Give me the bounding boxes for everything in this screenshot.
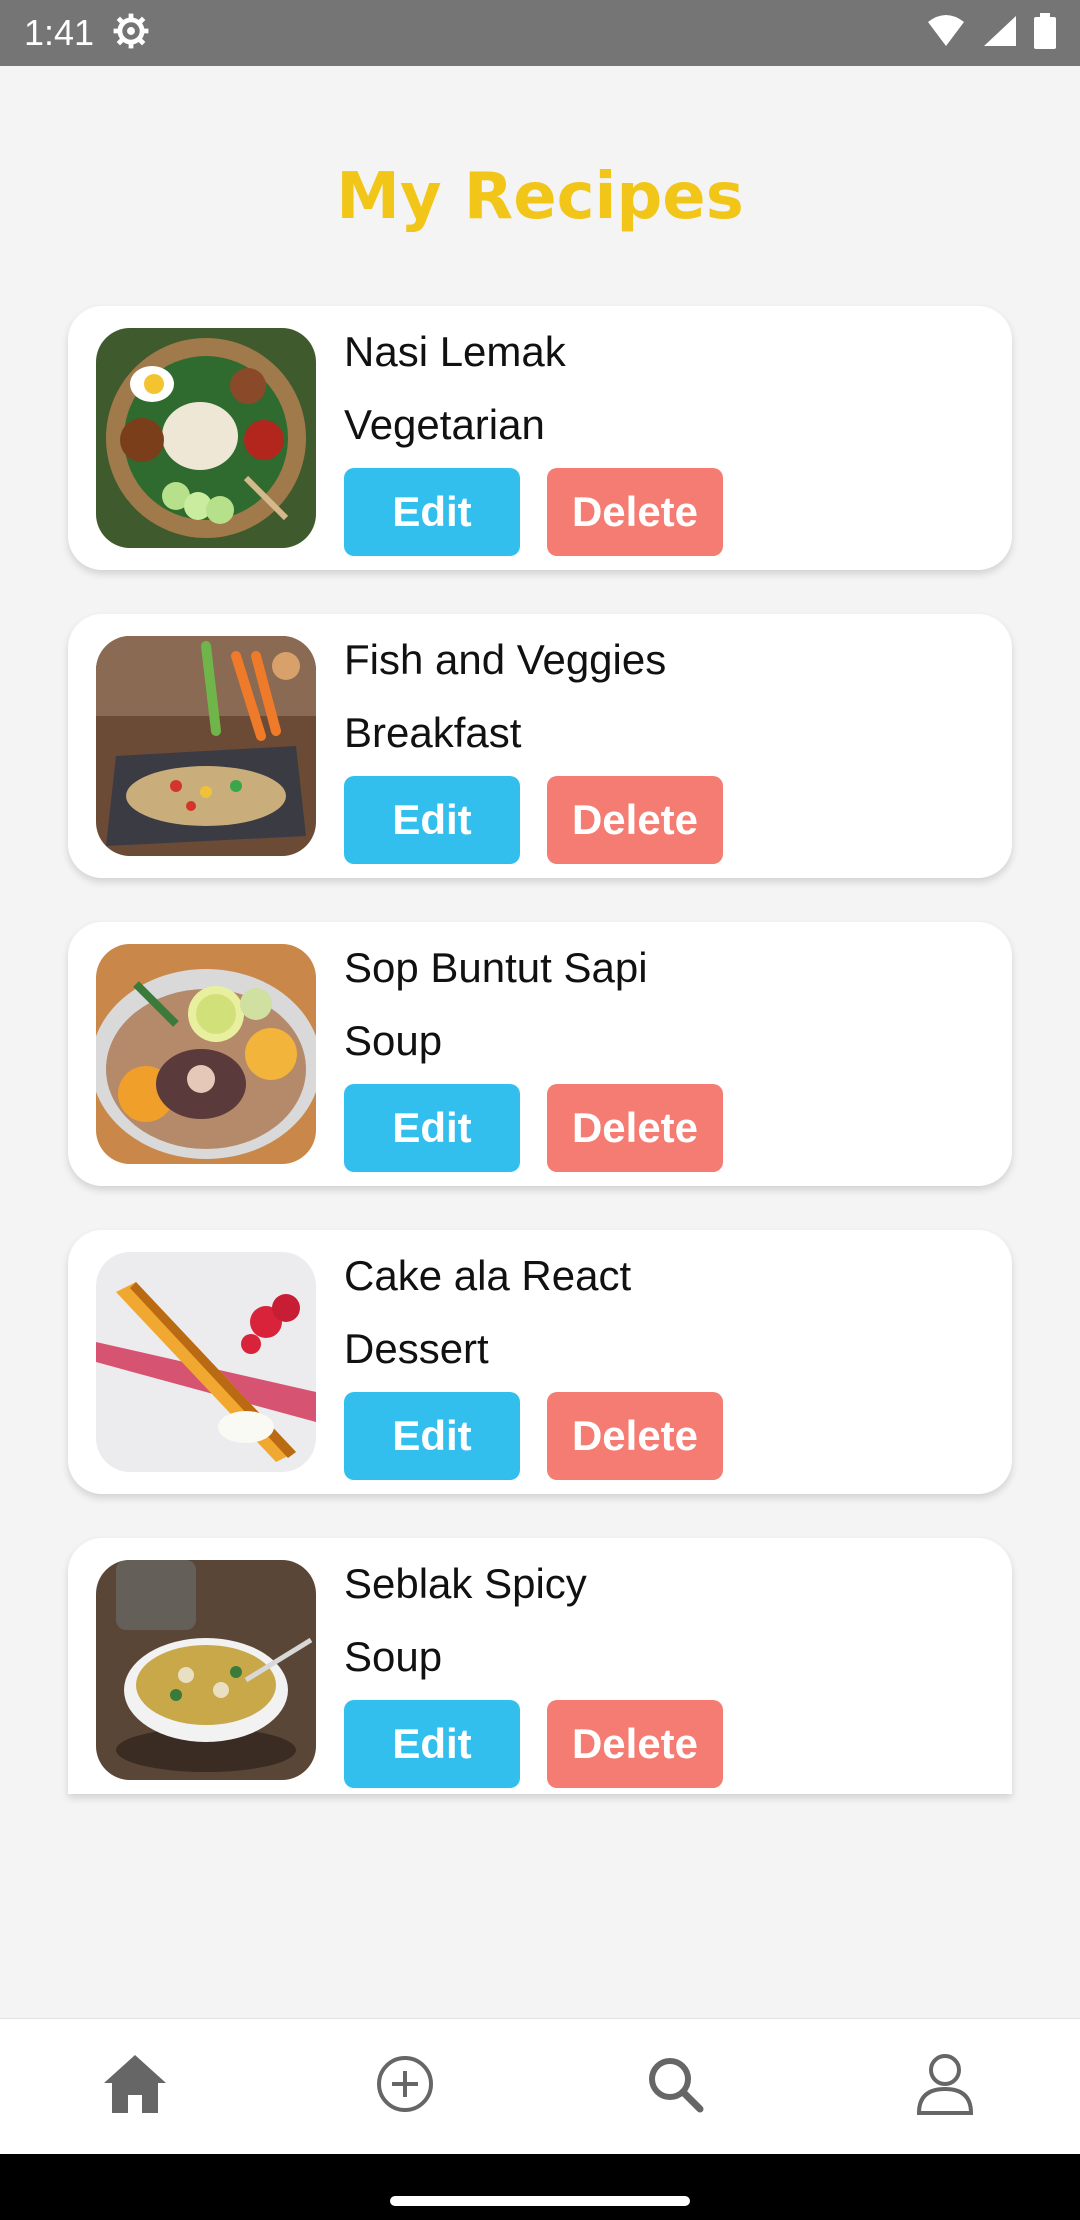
page-title: My Recipes (336, 160, 744, 234)
edit-button[interactable]: Edit (344, 776, 520, 864)
recipe-name: Fish and Veggies (344, 636, 667, 683)
recipe-category: Breakfast (344, 709, 522, 756)
edit-button[interactable]: Edit (344, 1392, 520, 1480)
recipe-category: Soup (344, 1633, 443, 1680)
nav-home[interactable] (75, 2037, 195, 2137)
delete-button[interactable]: Delete (547, 1392, 723, 1480)
status-bar: 1:41 (0, 0, 1080, 66)
seblak-spicy-image (96, 1560, 316, 1780)
profile-icon (916, 2053, 974, 2120)
status-left: 1:41 (24, 12, 150, 55)
wifi-icon (926, 14, 966, 53)
nav-add[interactable] (345, 2037, 465, 2137)
delete-button[interactable]: Delete (547, 1084, 723, 1172)
gear-icon (112, 12, 150, 55)
recipe-category: Dessert (344, 1325, 489, 1372)
recipe-name: Seblak Spicy (344, 1560, 587, 1607)
recipe-card: Fish and Veggies Breakfast Edit Delete (68, 614, 1012, 878)
recipe-image (96, 944, 316, 1164)
sop-buntut-sapi-image (96, 944, 316, 1164)
search-icon (646, 2055, 704, 2118)
battery-icon (1034, 12, 1056, 54)
recipe-category: Vegetarian (344, 401, 545, 448)
recipe-name: Cake ala React (344, 1252, 632, 1299)
delete-button[interactable]: Delete (547, 468, 723, 556)
edit-button[interactable]: Edit (344, 1700, 520, 1788)
nasi-lemak-image (96, 328, 316, 548)
edit-button[interactable]: Edit (344, 1084, 520, 1172)
recipe-card: Cake ala React Dessert Edit Delete (68, 1230, 1012, 1494)
recipe-image (96, 1560, 316, 1780)
recipe-category: Soup (344, 1017, 443, 1064)
edit-button[interactable]: Edit (344, 468, 520, 556)
fish-and-veggies-image (96, 636, 316, 856)
bottom-nav (0, 2018, 1080, 2154)
add-icon (376, 2055, 434, 2118)
delete-button[interactable]: Delete (547, 776, 723, 864)
recipe-card: Seblak Spicy Soup Edit Delete (68, 1538, 1012, 1794)
recipe-name: Nasi Lemak (344, 328, 566, 375)
cake-ala-react-image (96, 1252, 316, 1472)
recipe-image (96, 328, 316, 548)
signal-icon (982, 14, 1018, 53)
gesture-handle[interactable] (390, 2196, 690, 2206)
delete-button[interactable]: Delete (547, 1700, 723, 1788)
recipe-card: Nasi Lemak Vegetarian Edit Delete (68, 306, 1012, 570)
gesture-bar (0, 2154, 1080, 2220)
recipe-image (96, 636, 316, 856)
home-icon (102, 2053, 168, 2120)
recipe-name: Sop Buntut Sapi (344, 944, 648, 991)
recipe-image (96, 1252, 316, 1472)
status-time: 1:41 (24, 12, 95, 53)
nav-search[interactable] (615, 2037, 735, 2137)
recipe-list: Nasi Lemak Vegetarian Edit Delete Fish a… (68, 306, 1012, 1838)
status-right (926, 12, 1056, 54)
recipe-card: Sop Buntut Sapi Soup Edit Delete (68, 922, 1012, 1186)
nav-profile[interactable] (885, 2037, 1005, 2137)
